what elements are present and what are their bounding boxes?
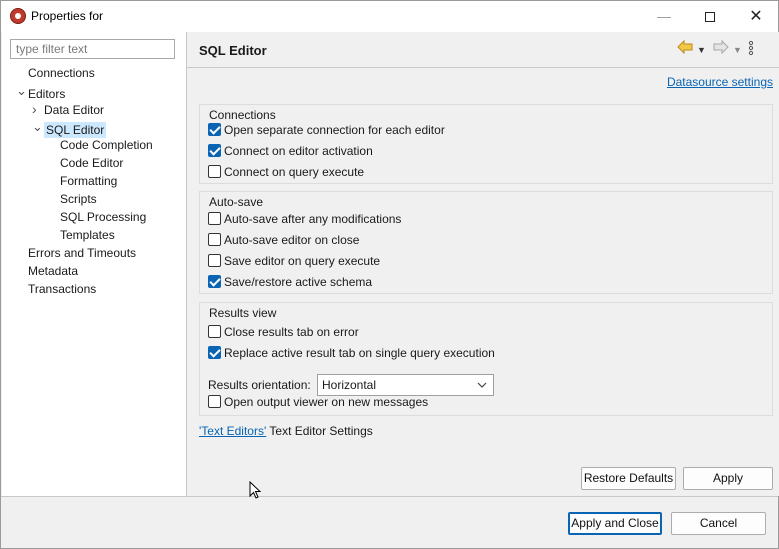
- checkbox-box[interactable]: [208, 325, 221, 338]
- results-view-group: Results view Close results tab on error …: [199, 302, 773, 416]
- text-editors-note: 'Text Editors' Text Editor Settings: [199, 424, 373, 438]
- tree-item-code-editor[interactable]: Code Editor: [48, 154, 123, 172]
- maximize-button[interactable]: [687, 1, 733, 32]
- datasource-settings-link[interactable]: Datasource settings: [667, 75, 773, 89]
- forward-dropdown-icon[interactable]: ▼: [733, 40, 742, 60]
- tree-item-label: Editors: [28, 87, 66, 101]
- group-legend: Auto-save: [209, 195, 264, 209]
- minimize-button[interactable]: —: [641, 1, 687, 32]
- checkbox-label: Open separate connection for each editor: [224, 123, 445, 137]
- tree-item-label: Code Editor: [60, 156, 124, 170]
- tree-item-label: Scripts: [60, 192, 97, 206]
- checkbox-replace-active-result-tab[interactable]: Replace active result tab on single quer…: [208, 344, 495, 362]
- checkbox-label: Save editor on query execute: [224, 254, 381, 268]
- checkbox-box[interactable]: [208, 233, 221, 246]
- minimize-icon: —: [657, 8, 671, 24]
- checkbox-box[interactable]: [208, 123, 221, 136]
- text-editors-link[interactable]: 'Text Editors': [199, 424, 266, 438]
- forward-arrow-icon[interactable]: [713, 39, 729, 60]
- tree-item-label: Templates: [60, 228, 115, 242]
- tree-item-metadata[interactable]: Metadata: [16, 262, 78, 280]
- group-legend: Results view: [209, 306, 277, 320]
- back-dropdown-icon[interactable]: ▼: [697, 40, 706, 60]
- checkbox-label: Open output viewer on new messages: [224, 395, 429, 409]
- checkbox-autosave-on-close[interactable]: Auto-save editor on close: [208, 231, 359, 249]
- checkbox-save-restore-schema[interactable]: Save/restore active schema: [208, 273, 372, 291]
- chevron-right-icon[interactable]: ›: [32, 100, 44, 118]
- checkbox-connect-on-activation[interactable]: Connect on editor activation: [208, 142, 373, 160]
- checkbox-box[interactable]: [208, 144, 221, 157]
- tree-item-templates[interactable]: Templates: [48, 226, 115, 244]
- back-arrow-icon[interactable]: [677, 39, 693, 60]
- checkbox-box[interactable]: [208, 346, 221, 359]
- checkbox-save-on-query-execute[interactable]: Save editor on query execute: [208, 252, 380, 270]
- dbeaver-app-icon: [10, 8, 26, 24]
- title-separator: [187, 67, 779, 68]
- connections-group: Connections Open separate connection for…: [199, 104, 773, 184]
- tree-item-connections[interactable]: Connections: [16, 64, 95, 82]
- cancel-button[interactable]: Cancel: [671, 512, 766, 535]
- tree-item-label: Code Completion: [60, 138, 153, 152]
- tree-item-sql-processing[interactable]: SQL Processing: [48, 208, 146, 226]
- view-menu-icon[interactable]: [747, 40, 755, 60]
- window-title: Properties for: [31, 9, 104, 23]
- checkbox-autosave-modifications[interactable]: Auto-save after any modifications: [208, 210, 401, 228]
- chevron-down-icon[interactable]: ⌄: [32, 118, 44, 136]
- checkbox-label: Close results tab on error: [224, 325, 359, 339]
- close-icon: ✕: [749, 8, 763, 25]
- tree-item-label: Data Editor: [44, 103, 105, 117]
- chevron-down-icon: [477, 375, 487, 403]
- tree-item-label: Connections: [28, 66, 95, 80]
- restore-defaults-button[interactable]: Restore Defaults: [581, 467, 676, 490]
- tree-item-editors[interactable]: ⌄Editors: [16, 82, 66, 101]
- tree-item-label: Transactions: [28, 282, 97, 296]
- title-bar: Properties for — ✕: [1, 1, 778, 32]
- tree-item-transactions[interactable]: Transactions: [16, 280, 96, 298]
- autosave-group: Auto-save Auto-save after any modificati…: [199, 191, 773, 294]
- preferences-nav-pane: Connections⌄Editors›Data Editor⌄SQL Edit…: [2, 32, 186, 496]
- tree-item-label: SQL Processing: [60, 210, 147, 224]
- close-button[interactable]: ✕: [733, 1, 779, 32]
- tree-item-code-completion[interactable]: Code Completion: [48, 136, 153, 154]
- checkbox-close-results-on-error[interactable]: Close results tab on error: [208, 323, 359, 341]
- mouse-pointer-icon: [249, 480, 262, 499]
- tree-item-label: Formatting: [60, 174, 118, 188]
- tree-item-sql-editor[interactable]: ⌄ SQL Editor: [32, 118, 107, 138]
- filter-input[interactable]: [10, 39, 175, 59]
- apply-button[interactable]: Apply: [683, 467, 773, 490]
- checkbox-box[interactable]: [208, 275, 221, 288]
- checkbox-label: Replace active result tab on single quer…: [224, 346, 495, 360]
- checkbox-label: Auto-save after any modifications: [224, 212, 402, 226]
- tree-item-formatting[interactable]: Formatting: [48, 172, 117, 190]
- checkbox-box[interactable]: [208, 254, 221, 267]
- checkbox-open-output-viewer[interactable]: Open output viewer on new messages: [208, 393, 428, 411]
- tree-item-data-editor[interactable]: › Data Editor: [32, 100, 104, 118]
- chevron-down-icon[interactable]: ⌄: [16, 82, 28, 100]
- settings-page: SQL Editor ▼ ▼ Datasource settings Conne…: [187, 32, 779, 496]
- results-orientation-label: Results orientation:: [208, 378, 311, 392]
- tree-item-scripts[interactable]: Scripts: [48, 190, 97, 208]
- checkbox-label: Auto-save editor on close: [224, 233, 360, 247]
- tree-item-label: Metadata: [28, 264, 79, 278]
- checkbox-label: Connect on editor activation: [224, 144, 373, 158]
- checkbox-open-separate-connection[interactable]: Open separate connection for each editor: [208, 121, 445, 139]
- tree-item-errors-and-timeouts[interactable]: Errors and Timeouts: [16, 244, 136, 262]
- maximize-icon: [705, 12, 715, 23]
- checkbox-box[interactable]: [208, 395, 221, 408]
- button-bar-separator: [1, 496, 778, 497]
- group-legend: Connections: [209, 108, 276, 122]
- apply-and-close-button[interactable]: Apply and Close: [568, 512, 662, 535]
- checkbox-box[interactable]: [208, 212, 221, 225]
- tree-item-label: Errors and Timeouts: [28, 246, 137, 260]
- select-value: Horizontal: [322, 378, 377, 392]
- checkbox-connect-on-query-execute[interactable]: Connect on query execute: [208, 163, 364, 181]
- text-editors-suffix: Text Editor Settings: [266, 424, 373, 438]
- checkbox-label: Connect on query execute: [224, 165, 365, 179]
- checkbox-label: Save/restore active schema: [224, 275, 373, 289]
- properties-dialog: Properties for — ✕ Connections⌄Editors›D…: [0, 0, 779, 549]
- checkbox-box[interactable]: [208, 165, 221, 178]
- page-title: SQL Editor: [199, 43, 267, 58]
